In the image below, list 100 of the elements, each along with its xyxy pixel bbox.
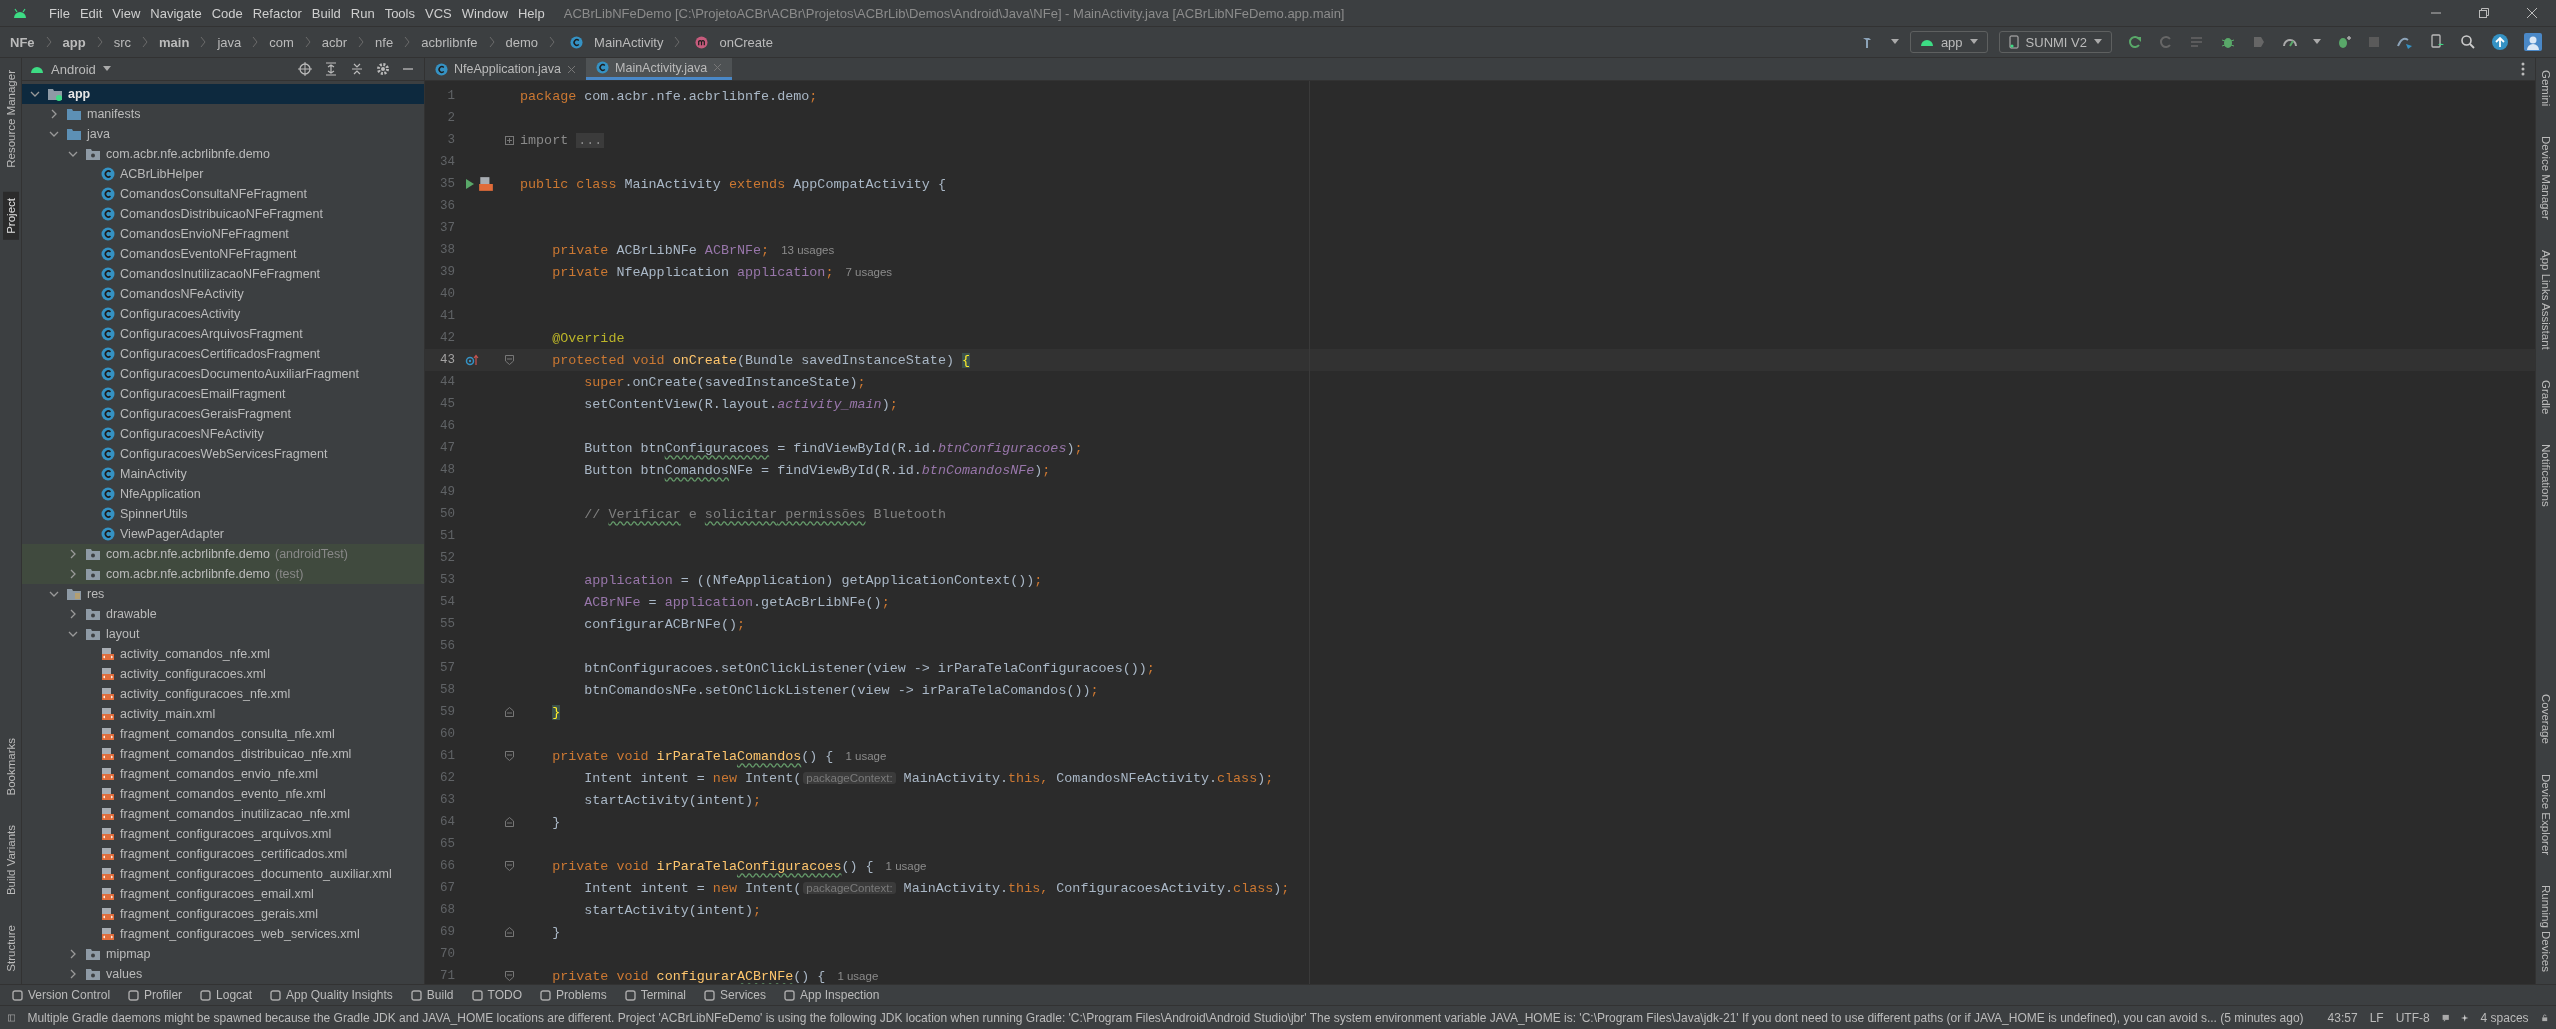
chevron-icon[interactable] xyxy=(49,109,59,119)
chevron-icon[interactable] xyxy=(68,569,78,579)
chevron-icon[interactable] xyxy=(49,129,59,139)
update-icon[interactable] xyxy=(2491,33,2509,51)
fold-icon[interactable] xyxy=(505,355,514,365)
menu-item[interactable]: Window xyxy=(456,5,513,21)
tool-window-button[interactable]: Logcat xyxy=(200,988,253,1002)
tree-item[interactable]: MainActivity xyxy=(22,464,424,484)
crosshair-icon[interactable] xyxy=(298,62,312,76)
run-icon[interactable] xyxy=(465,178,475,190)
fold-icon[interactable] xyxy=(505,971,514,981)
chevron-icon[interactable] xyxy=(68,969,78,979)
tree-item[interactable]: ConfiguracoesArquivosFragment xyxy=(22,324,424,344)
tool-window-tab[interactable]: Coverage xyxy=(2538,688,2554,750)
tree-item[interactable]: ConfiguracoesWebServicesFragment xyxy=(22,444,424,464)
tool-window-button[interactable]: Profiler xyxy=(128,988,183,1002)
tool-window-button[interactable]: App Inspection xyxy=(784,988,880,1002)
indent-setting[interactable]: 4 spaces xyxy=(2480,1010,2529,1025)
tool-window-button[interactable]: Version Control xyxy=(12,988,111,1002)
tree-item[interactable]: fragment_configuracoes_certificados.xml xyxy=(22,844,424,864)
tool-window-tab[interactable]: Gradle xyxy=(2538,373,2554,421)
menu-item[interactable]: Help xyxy=(512,5,550,21)
chevron-icon[interactable] xyxy=(68,149,78,159)
caret-icon[interactable] xyxy=(1890,39,1899,45)
tree-item[interactable]: activity_main.xml xyxy=(22,704,424,724)
tree-item[interactable]: ConfiguracoesEmailFragment xyxy=(22,384,424,404)
tool-window-tab[interactable]: Structure xyxy=(2,919,19,978)
chevron-icon[interactable] xyxy=(49,589,59,599)
tree-item[interactable]: activity_configuracoes_nfe.xml xyxy=(22,684,424,704)
lock-icon[interactable] xyxy=(2540,1011,2548,1024)
tree-item[interactable]: ViewPagerAdapter xyxy=(22,524,424,544)
avatar-icon[interactable] xyxy=(2524,33,2542,51)
menu-item[interactable]: VCS xyxy=(420,5,457,21)
expand-fold-icon[interactable] xyxy=(505,135,514,145)
tool-window-tab[interactable]: Notifications xyxy=(2538,438,2554,514)
chevron-icon[interactable] xyxy=(68,609,78,619)
tree-item[interactable]: com.acbr.nfe.acbrlibnfe.demo xyxy=(22,144,424,164)
menu-item[interactable]: Edit xyxy=(74,5,108,21)
editor-tab[interactable]: NfeApplication.java xyxy=(425,58,586,80)
breadcrumb-item[interactable]: java xyxy=(217,34,242,50)
tree-item[interactable]: values xyxy=(22,964,424,984)
tree-item[interactable]: ConfiguracoesGeraisFragment xyxy=(22,404,424,424)
tool-window-tab[interactable]: App Links Assistant xyxy=(2538,244,2554,356)
device-dropdown[interactable]: SUNMI V2 xyxy=(1998,31,2112,53)
tree-item[interactable]: ConfiguracoesActivity xyxy=(22,304,424,324)
status-message[interactable]: Multiple Gradle daemons might be spawned because the Gradle JDK and JAVA_HOME locations are different. Project 'ACBrLibNFeDemo' is using the following JDK location when running Gradle: 'C:\Program Files\Android\Android Studio\jbr' The system environment variable JAVA_HOME is: 'C:\Program Files\Java\jdk-21' If you dont need to use different paths (or if JAVA_HOME is undefined), you can avoid s... (5 minutes ago) xyxy=(27,1010,2304,1025)
tool-window-button[interactable]: TODO xyxy=(471,988,522,1002)
chevron-icon[interactable] xyxy=(30,89,40,99)
fold-icon[interactable] xyxy=(505,707,514,717)
tree-item[interactable]: ComandosInutilizacaoNFeFragment xyxy=(22,264,424,284)
menu-item[interactable]: View xyxy=(107,5,146,21)
more-icon[interactable] xyxy=(2521,62,2525,76)
breadcrumb-item[interactable]: nfe xyxy=(375,34,394,50)
tool-window-tab[interactable]: Resource Manager xyxy=(2,64,19,174)
fold-icon[interactable] xyxy=(505,817,514,827)
menu-item[interactable]: Navigate xyxy=(145,5,207,21)
project-view-dropdown[interactable]: Android xyxy=(28,61,113,77)
close-icon[interactable] xyxy=(567,64,576,74)
tool-window-tab[interactable]: Project xyxy=(2,191,19,240)
menu-item[interactable]: Run xyxy=(345,5,380,21)
tree-item[interactable]: com.acbr.nfe.acbrlibnfe.demo (androidTest) xyxy=(22,544,424,564)
run-configuration-dropdown[interactable]: app xyxy=(1909,31,1988,53)
breadcrumb-item[interactable]: acbr xyxy=(321,34,348,50)
tree-item[interactable]: mipmap xyxy=(22,944,424,964)
tree-item[interactable]: ConfiguracoesDocumentoAuxiliarFragment xyxy=(22,364,424,384)
expand-all-icon[interactable] xyxy=(324,62,338,76)
menu-item[interactable]: Refactor xyxy=(247,5,307,21)
chevron-icon[interactable] xyxy=(68,629,78,639)
fold-icon[interactable] xyxy=(505,861,514,871)
tree-item[interactable]: ComandosEnvioNFeFragment xyxy=(22,224,424,244)
breadcrumb-item[interactable]: MainActivity xyxy=(594,34,664,50)
tool-window-tab[interactable]: Device Explorer xyxy=(2538,767,2554,862)
tree-item[interactable]: fragment_comandos_distribuicao_nfe.xml xyxy=(22,744,424,764)
device-manager-icon[interactable] xyxy=(2429,34,2445,50)
tree-item[interactable]: fragment_configuracoes_documento_auxiliar.xml xyxy=(22,864,424,884)
breadcrumb-item[interactable]: src xyxy=(113,34,132,50)
tree-item[interactable]: fragment_configuracoes_email.xml xyxy=(22,884,424,904)
collapse-all-icon[interactable] xyxy=(350,62,364,76)
tree-item[interactable]: com.acbr.nfe.acbrlibnfe.demo (test) xyxy=(22,564,424,584)
breadcrumb-item[interactable]: com xyxy=(269,34,294,50)
tree-item[interactable]: layout xyxy=(22,624,424,644)
restore-icon[interactable] xyxy=(2478,7,2490,19)
breadcrumb-item[interactable]: demo xyxy=(505,34,539,50)
menu-item[interactable]: File xyxy=(44,5,75,21)
settings-icon[interactable] xyxy=(376,62,390,76)
tree-item[interactable]: java xyxy=(22,124,424,144)
panel-toggle-icon[interactable] xyxy=(8,1011,16,1024)
breadcrumb-item[interactable]: onCreate xyxy=(719,34,773,50)
breadcrumb-item[interactable]: acbrlibnfe xyxy=(421,34,478,50)
tool-window-tab[interactable]: Running Devices xyxy=(2538,879,2554,978)
layout-file-icon[interactable] xyxy=(478,176,494,192)
file-encoding[interactable]: UTF-8 xyxy=(2395,1010,2430,1025)
tool-window-tab[interactable]: Bookmarks xyxy=(2,731,19,802)
menu-item[interactable]: Tools xyxy=(379,5,420,21)
tool-window-button[interactable]: App Quality Insights xyxy=(270,988,393,1002)
tool-window-tab[interactable]: Device Manager xyxy=(2538,130,2554,227)
tree-item[interactable]: res xyxy=(22,584,424,604)
tree-item[interactable]: fragment_comandos_inutilizacao_nfe.xml xyxy=(22,804,424,824)
cursor-position[interactable]: 43:57 xyxy=(2327,1010,2358,1025)
caret-icon[interactable] xyxy=(2313,39,2321,45)
